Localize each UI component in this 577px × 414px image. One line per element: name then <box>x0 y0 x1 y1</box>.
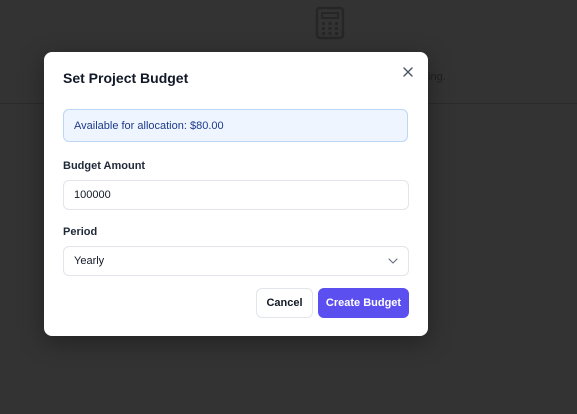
create-budget-button[interactable]: Create Budget <box>318 288 409 318</box>
dialog-title: Set Project Budget <box>63 70 189 86</box>
period-select[interactable]: Yearly <box>63 246 409 276</box>
close-icon <box>403 67 413 77</box>
period-selected-value: Yearly <box>74 255 105 267</box>
allocation-info-text: Available for allocation: $80.00 <box>74 119 224 132</box>
close-button[interactable] <box>400 64 416 80</box>
budget-amount-input[interactable] <box>63 180 409 210</box>
period-label: Period <box>63 226 98 238</box>
set-budget-dialog: Set Project Budget Available for allocat… <box>44 52 428 336</box>
cancel-button[interactable]: Cancel <box>256 288 313 318</box>
budget-amount-label: Budget Amount <box>63 160 146 172</box>
calculator-icon <box>315 6 345 40</box>
allocation-info-banner: Available for allocation: $80.00 <box>63 109 408 142</box>
chevron-down-icon <box>388 258 398 264</box>
